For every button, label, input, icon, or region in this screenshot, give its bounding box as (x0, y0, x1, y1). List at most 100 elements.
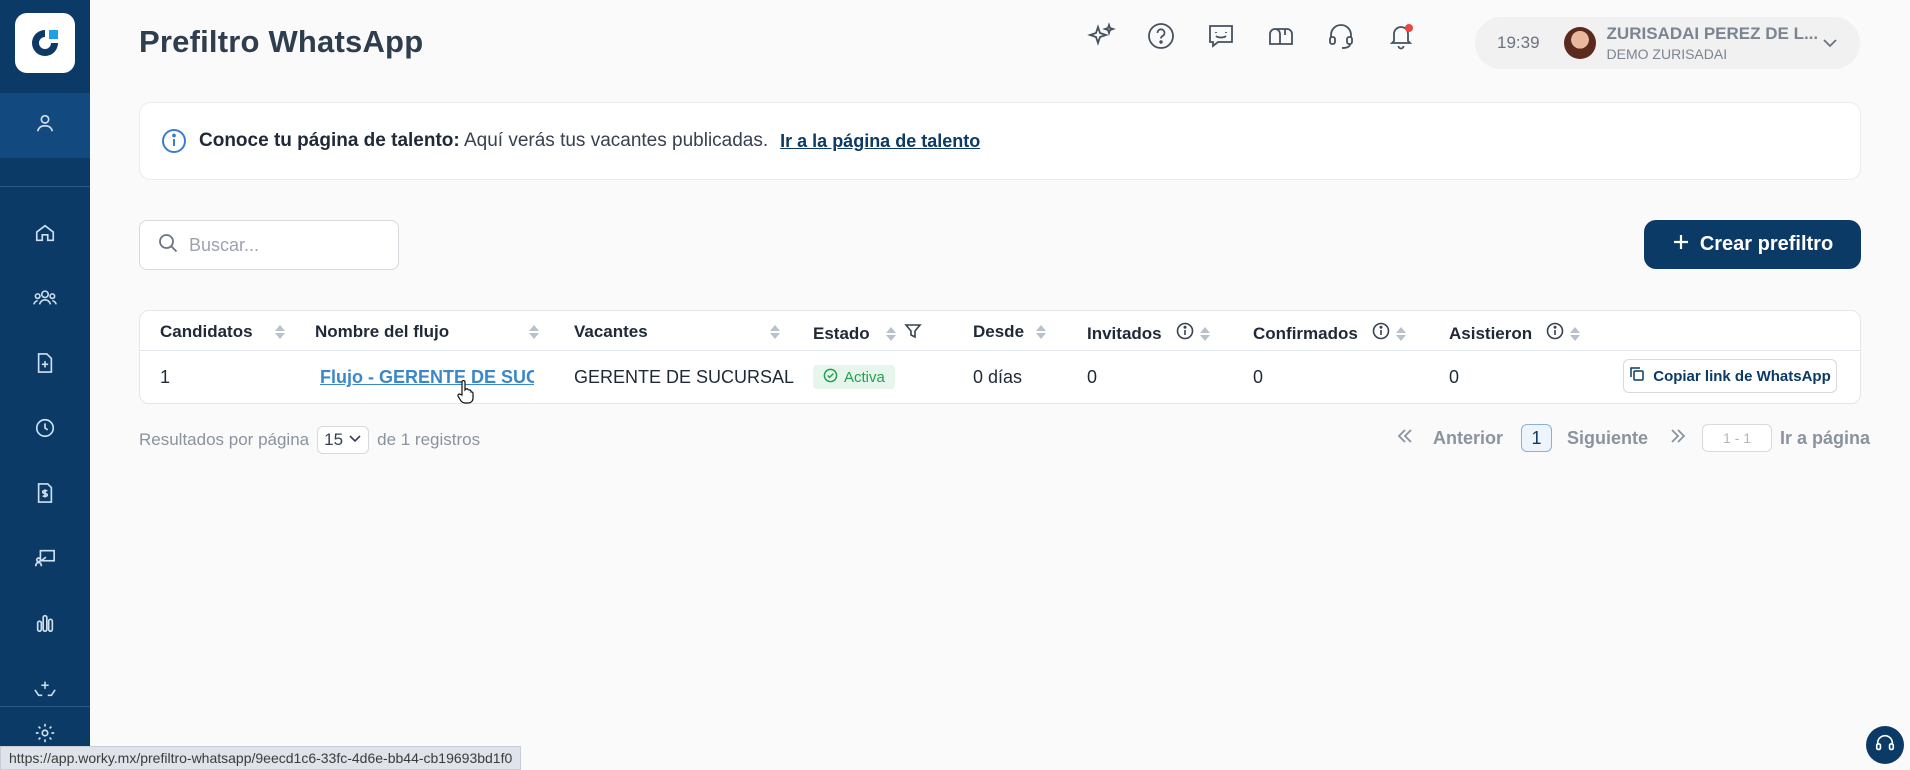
info-icon[interactable] (1546, 322, 1564, 345)
column-header-nombre[interactable]: Nombre del flujo (315, 322, 540, 342)
sidebar-item-history[interactable] (0, 398, 90, 463)
sort-icon (1395, 326, 1406, 341)
copy-icon (1629, 366, 1645, 386)
column-header-candidatos[interactable]: Candidatos (160, 322, 285, 342)
column-header-vacantes[interactable]: Vacantes (574, 322, 780, 342)
worky-logo[interactable] (15, 13, 75, 73)
page-title: Prefiltro WhatsApp (139, 24, 424, 59)
chevron-down-icon (348, 430, 362, 450)
column-header-confirmados[interactable]: Confirmados (1253, 322, 1406, 345)
support-chat-button[interactable] (1866, 726, 1904, 764)
goto-page-input[interactable]: 1 - 1 (1702, 424, 1773, 452)
results-per-page: Resultados por página 15 de 1 registros (139, 426, 480, 454)
notifications-button[interactable] (1385, 22, 1417, 54)
sidebar-item-home[interactable] (0, 203, 90, 268)
column-header-desde[interactable]: Desde (973, 322, 1047, 342)
copy-whatsapp-link-label: Copiar link de WhatsApp (1653, 367, 1831, 385)
feedback-button[interactable] (1205, 22, 1237, 54)
copy-whatsapp-link-button[interactable]: Copiar link de WhatsApp (1623, 359, 1837, 393)
sidebar-item-training[interactable] (0, 528, 90, 593)
sort-icon (529, 325, 540, 339)
support-headset-icon (1326, 21, 1356, 56)
status-label: Activa (844, 368, 885, 386)
mailbox-button[interactable] (1265, 22, 1297, 54)
analytics-icon (34, 612, 56, 639)
column-header-invitados[interactable]: Invitados (1087, 322, 1210, 345)
status-url: https://app.worky.mx/prefiltro-whatsapp/… (0, 746, 522, 770)
clock-time: 19:39 (1497, 33, 1540, 52)
per-page-select[interactable]: 15 (317, 426, 370, 454)
sidebar-item-new-vacancy[interactable] (0, 333, 90, 398)
sidebar-item-analytics[interactable] (0, 593, 90, 658)
sidebar-divider-bottom (0, 706, 90, 707)
create-prefilter-label: Crear prefiltro (1699, 233, 1834, 255)
plus-icon (1672, 233, 1690, 257)
search-input[interactable] (189, 234, 379, 256)
sort-icon (1036, 325, 1047, 339)
column-header-asistieron[interactable]: Asistieron (1449, 322, 1581, 345)
filter-icon[interactable] (903, 322, 922, 345)
sidebar-item-profile[interactable] (0, 93, 90, 158)
user-icon (34, 112, 56, 139)
user-name: ZURISADAI PEREZ DE L... (1606, 24, 1819, 43)
headset-icon (1874, 732, 1896, 759)
sparkles-icon (1086, 21, 1116, 56)
help-button[interactable] (1145, 22, 1177, 54)
notification-dot (1405, 24, 1413, 32)
home-icon (34, 222, 56, 249)
invoice-icon (35, 482, 55, 509)
prev-page-button[interactable]: Anterior (1433, 428, 1503, 449)
info-icon[interactable] (1176, 322, 1194, 345)
sort-icon (1570, 326, 1581, 341)
goto-page-label: Ir a página (1780, 427, 1871, 448)
create-prefilter-button[interactable]: Crear prefiltro (1644, 220, 1861, 269)
records-count: de 1 registros (377, 430, 481, 449)
avatar (1563, 27, 1596, 59)
user-organization: DEMO ZURISADAI (1606, 46, 1728, 62)
table-header: Candidatos Nombre del flujo Vacantes Est… (140, 311, 1860, 351)
banner-title: Conoce tu página de talento: (199, 130, 460, 151)
flow-name-link[interactable]: Flujo - GERENTE DE SUCURSAL (320, 367, 534, 388)
support-button[interactable] (1325, 22, 1357, 54)
per-page-label: Resultados por página (139, 430, 310, 449)
header-toolbar (1085, 21, 1417, 56)
talent-page-banner: Conoce tu página de talento: Aquí verás … (139, 102, 1861, 180)
cell-candidatos: 1 (160, 367, 171, 387)
sort-icon (769, 325, 780, 339)
user-menu[interactable]: 19:39 ZURISADAI PEREZ DE L... DEMO ZURIS… (1475, 17, 1860, 69)
info-icon[interactable] (1372, 322, 1390, 345)
cell-desde: 0 días (973, 367, 1023, 387)
talent-page-link[interactable]: Ir a la página de talento (780, 131, 980, 152)
sort-icon (1199, 326, 1210, 341)
add-document-icon (35, 352, 55, 379)
pagination: Anterior 1 Siguiente 1 - 1 Ir a página (1395, 424, 1870, 452)
ai-assistant-button[interactable] (1085, 21, 1117, 56)
table-row[interactable]: 1 Flujo - GERENTE DE SUCURSAL GERENTE DE… (140, 351, 1860, 403)
cell-vacantes: GERENTE DE SUCURSAL (574, 367, 795, 387)
history-icon (34, 417, 56, 444)
status-badge: Activa (813, 365, 895, 389)
cell-asistieron: 0 (1449, 367, 1460, 387)
column-header-estado[interactable]: Estado (813, 322, 922, 345)
hand-care-icon (33, 677, 57, 704)
first-page-icon[interactable] (1395, 426, 1415, 451)
feedback-icon (1206, 21, 1236, 56)
sidebar-divider (0, 186, 90, 187)
chevron-down-icon[interactable] (1820, 33, 1840, 58)
next-page-button[interactable]: Siguiente (1567, 428, 1648, 449)
mailbox-icon (1266, 21, 1296, 56)
last-page-icon[interactable] (1668, 426, 1688, 451)
sidebar-item-benefits[interactable] (0, 658, 90, 723)
check-circle-icon (823, 368, 838, 387)
prefilter-table: Candidatos Nombre del flujo Vacantes Est… (139, 310, 1861, 404)
current-page[interactable]: 1 (1521, 424, 1553, 452)
sidebar-item-billing[interactable] (0, 463, 90, 528)
sidebar (0, 0, 90, 770)
sidebar-item-candidates[interactable] (0, 268, 90, 333)
search-icon (140, 232, 179, 259)
presentation-icon (34, 547, 56, 574)
search-box (139, 220, 399, 270)
info-icon (161, 128, 187, 154)
hand-cursor-icon (457, 380, 474, 404)
cell-confirmados: 0 (1253, 367, 1264, 387)
